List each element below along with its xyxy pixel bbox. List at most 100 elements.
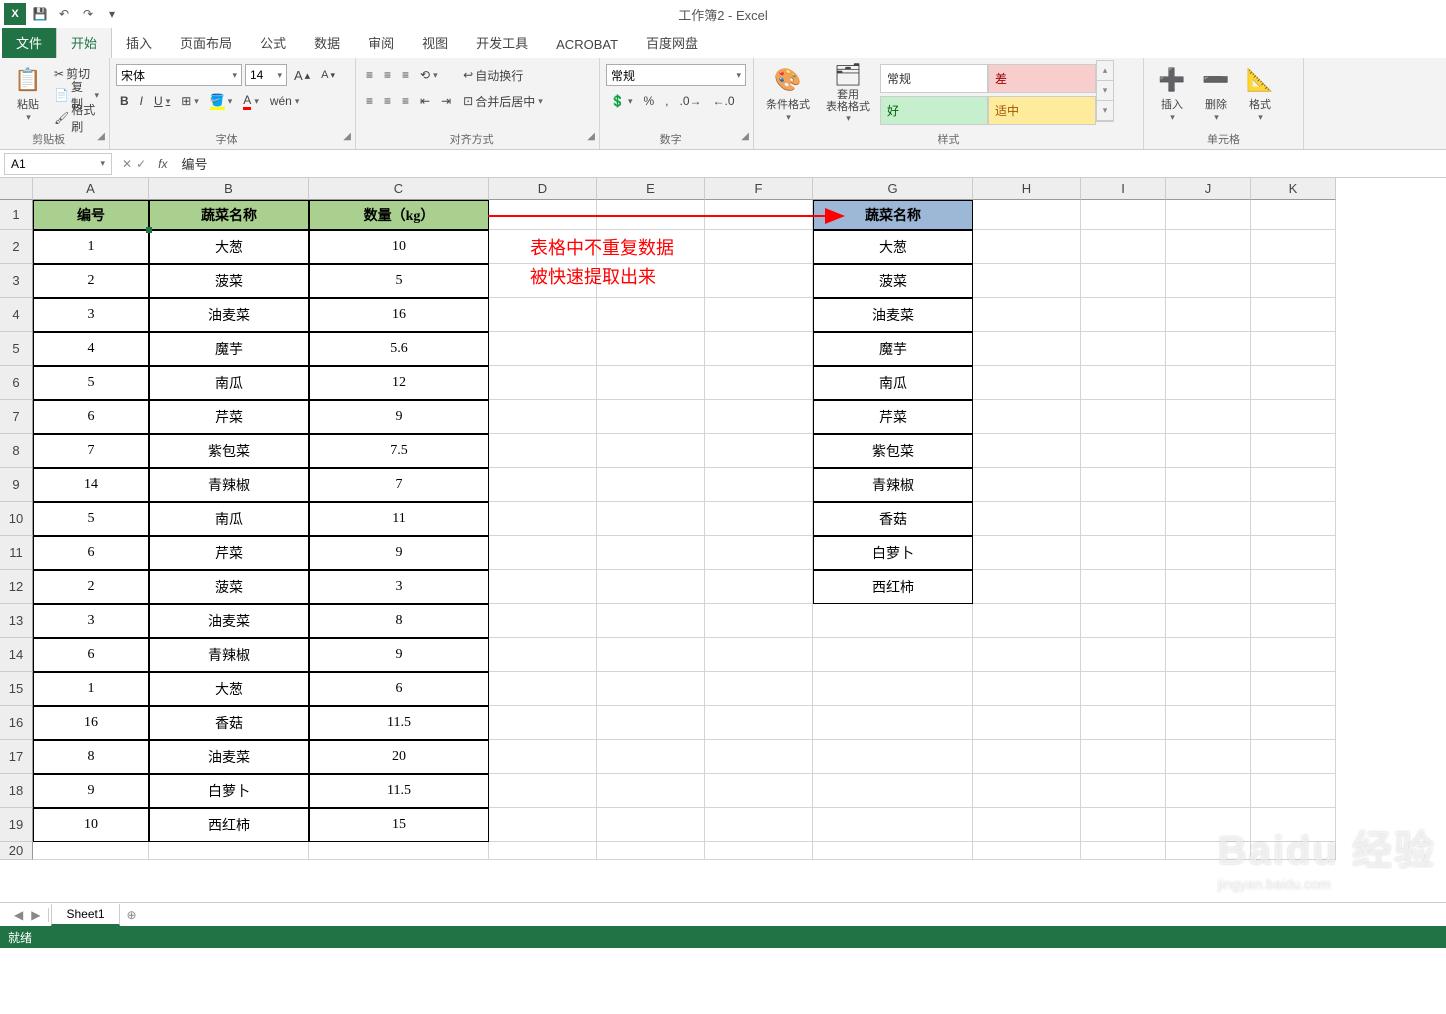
cell-D20[interactable] [489,842,597,860]
col-header-G[interactable]: G [813,178,973,200]
tab-ACROBAT[interactable]: ACROBAT [542,31,632,58]
cell-E7[interactable] [597,400,705,434]
cell-F7[interactable] [705,400,813,434]
cell-H13[interactable] [973,604,1081,638]
cell-B15[interactable]: 大葱 [149,672,309,706]
qat-undo-button[interactable]: ↶ [54,4,74,24]
cell-H17[interactable] [973,740,1081,774]
cell-A9[interactable]: 14 [33,468,149,502]
col-header-A[interactable]: A [33,178,149,200]
decrease-font-button[interactable]: A▾ [317,64,339,86]
cell-F5[interactable] [705,332,813,366]
cell-A2[interactable]: 1 [33,230,149,264]
cell-B11[interactable]: 芹菜 [149,536,309,570]
cell-E19[interactable] [597,808,705,842]
cell-C3[interactable]: 5 [309,264,489,298]
orientation-button[interactable]: ⟲▾ [416,64,442,86]
formula-input[interactable] [173,154,1446,173]
currency-button[interactable]: 💲▾ [606,90,636,112]
cell-D5[interactable] [489,332,597,366]
row-header-6[interactable]: 6 [0,366,33,400]
col-header-E[interactable]: E [597,178,705,200]
cell-B9[interactable]: 青辣椒 [149,468,309,502]
dialog-launcher-icon[interactable]: ◢ [741,131,749,142]
cell-H16[interactable] [973,706,1081,740]
cell-F11[interactable] [705,536,813,570]
cell-G19[interactable] [813,808,973,842]
cell-I14[interactable] [1081,638,1166,672]
cell-F15[interactable] [705,672,813,706]
cell-G7[interactable]: 芹菜 [813,400,973,434]
cell-H7[interactable] [973,400,1081,434]
cell-C5[interactable]: 5.6 [309,332,489,366]
format-painter-button[interactable]: 🖌格式刷 [50,107,103,129]
row-header-20[interactable]: 20 [0,842,33,860]
cell-styles-gallery[interactable]: 常规 差 好 适中 [880,60,1096,126]
paste-button[interactable]: 📋 粘贴 ▾ [6,60,50,126]
cell-J14[interactable] [1166,638,1251,672]
cell-J19[interactable] [1166,808,1251,842]
cell-C17[interactable]: 20 [309,740,489,774]
cell-F9[interactable] [705,468,813,502]
cell-C6[interactable]: 12 [309,366,489,400]
cell-C9[interactable]: 7 [309,468,489,502]
cell-F14[interactable] [705,638,813,672]
cell-C1[interactable]: 数量（kg） [309,200,489,230]
align-middle-button[interactable]: ≡ [380,64,395,86]
tab-百度网盘[interactable]: 百度网盘 [632,27,712,58]
cell-K13[interactable] [1251,604,1336,638]
cell-I10[interactable] [1081,502,1166,536]
cell-K15[interactable] [1251,672,1336,706]
cell-E17[interactable] [597,740,705,774]
tab-插入[interactable]: 插入 [112,27,166,58]
cell-I3[interactable] [1081,264,1166,298]
style-scroll-more[interactable]: ▾ [1097,101,1113,121]
cell-E11[interactable] [597,536,705,570]
row-header-5[interactable]: 5 [0,332,33,366]
cell-G15[interactable] [813,672,973,706]
cell-I4[interactable] [1081,298,1166,332]
cell-K2[interactable] [1251,230,1336,264]
row-header-12[interactable]: 12 [0,570,33,604]
decrease-decimal-button[interactable]: ←.0 [709,90,739,112]
cell-H6[interactable] [973,366,1081,400]
cell-C12[interactable]: 3 [309,570,489,604]
cell-K12[interactable] [1251,570,1336,604]
cell-A20[interactable] [33,842,149,860]
cell-C16[interactable]: 11.5 [309,706,489,740]
border-button[interactable]: ⊞▾ [177,90,203,112]
tab-数据[interactable]: 数据 [300,27,354,58]
cell-G17[interactable] [813,740,973,774]
cell-I2[interactable] [1081,230,1166,264]
cell-I1[interactable] [1081,200,1166,230]
cell-F19[interactable] [705,808,813,842]
qat-customize-button[interactable]: ▾ [102,4,122,24]
cell-B17[interactable]: 油麦菜 [149,740,309,774]
select-all-corner[interactable] [0,178,33,200]
cell-E20[interactable] [597,842,705,860]
cell-B8[interactable]: 紫包菜 [149,434,309,468]
row-header-13[interactable]: 13 [0,604,33,638]
cell-A3[interactable]: 2 [33,264,149,298]
cell-G8[interactable]: 紫包菜 [813,434,973,468]
cell-H1[interactable] [973,200,1081,230]
sheet-nav-next[interactable]: ▶ [31,908,40,922]
cell-I13[interactable] [1081,604,1166,638]
cell-G4[interactable]: 油麦菜 [813,298,973,332]
tab-开始[interactable]: 开始 [56,26,112,58]
row-header-15[interactable]: 15 [0,672,33,706]
cell-J5[interactable] [1166,332,1251,366]
enter-formula-button[interactable]: ✓ [136,157,146,171]
cell-H19[interactable] [973,808,1081,842]
align-right-button[interactable]: ≡ [398,90,413,112]
cell-A6[interactable]: 5 [33,366,149,400]
row-header-17[interactable]: 17 [0,740,33,774]
cell-H3[interactable] [973,264,1081,298]
cell-G5[interactable]: 魔芋 [813,332,973,366]
cell-B10[interactable]: 南瓜 [149,502,309,536]
cell-J7[interactable] [1166,400,1251,434]
cell-J15[interactable] [1166,672,1251,706]
tab-文件[interactable]: 文件 [2,27,56,58]
cell-F10[interactable] [705,502,813,536]
align-center-button[interactable]: ≡ [380,90,395,112]
